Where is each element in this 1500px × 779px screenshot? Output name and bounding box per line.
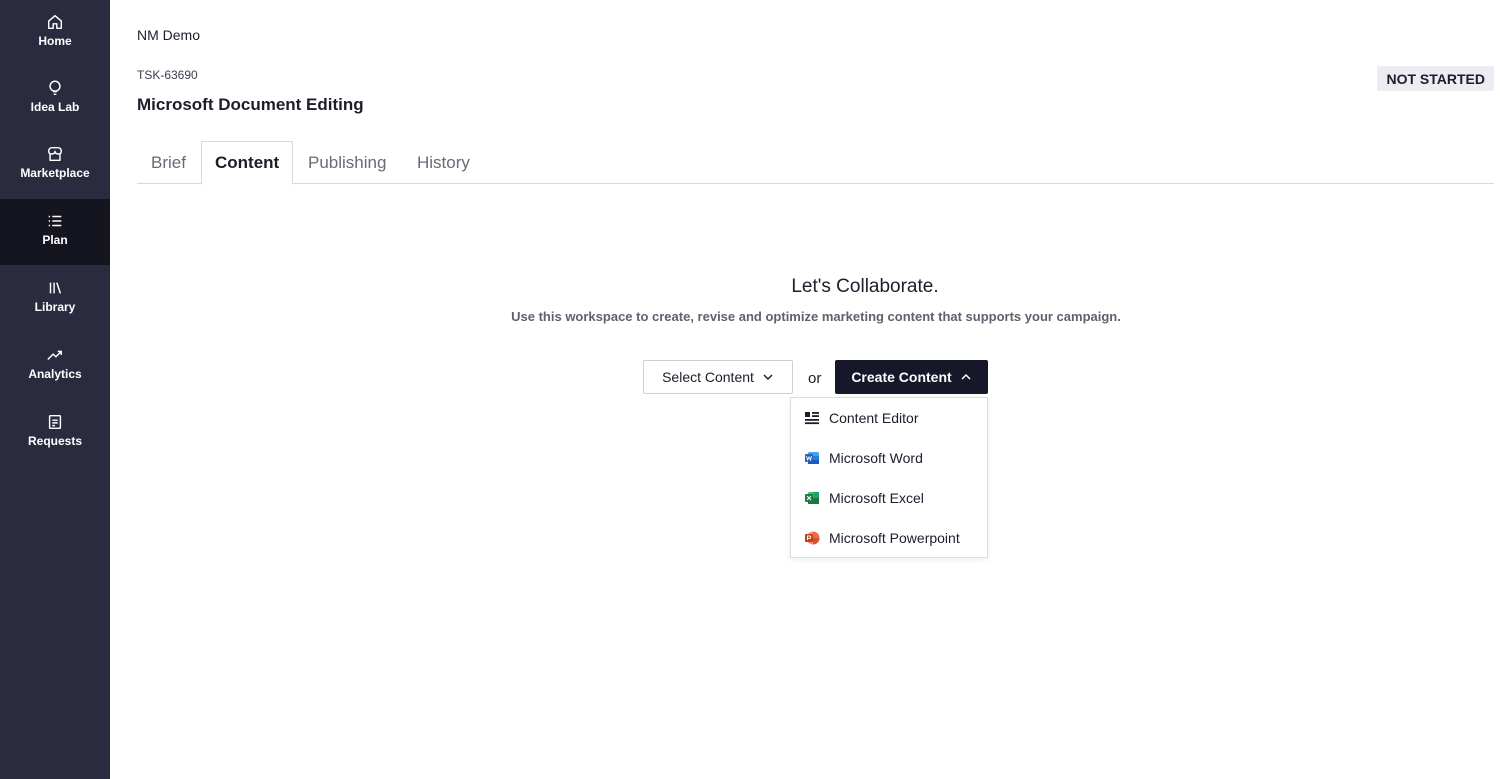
- hero-title: Let's Collaborate.: [0, 276, 1500, 298]
- menu-item-microsoft-word[interactable]: Microsoft Word: [791, 438, 987, 478]
- content-editor-icon: [804, 410, 820, 426]
- sidebar-item-marketplace[interactable]: Marketplace: [0, 132, 110, 198]
- tab-content[interactable]: Content: [201, 141, 294, 185]
- hero-title-text: Let's Collaborate.: [791, 276, 939, 297]
- task-id: TSK-63690: [137, 68, 198, 82]
- word-icon: [804, 450, 820, 466]
- select-content-label: Select Content: [662, 369, 754, 385]
- sidebar-item-label: Requests: [27, 434, 83, 448]
- tab-history[interactable]: History: [417, 141, 470, 184]
- powerpoint-icon: [804, 530, 820, 546]
- create-content-label: Create Content: [851, 369, 952, 385]
- document-icon: [45, 412, 65, 432]
- status-badge: NOT STARTED: [1377, 66, 1494, 91]
- sidebar-item-label: Home: [38, 34, 72, 48]
- tab-publishing[interactable]: Publishing: [308, 141, 386, 184]
- home-icon: [45, 12, 65, 32]
- select-content-button[interactable]: Select Content: [643, 360, 793, 394]
- menu-item-microsoft-excel[interactable]: Microsoft Excel: [791, 478, 987, 518]
- sidebar-item-label: Idea Lab: [30, 100, 80, 114]
- sidebar-item-plan[interactable]: Plan: [0, 199, 110, 265]
- list-icon: [45, 211, 65, 231]
- hero-subtitle: Use this workspace to create, revise and…: [511, 309, 1121, 324]
- sidebar-item-analytics[interactable]: Analytics: [0, 333, 110, 399]
- or-separator: or: [808, 370, 822, 387]
- sidebar-item-label: Marketplace: [20, 166, 90, 180]
- sidebar-item-requests[interactable]: Requests: [0, 400, 110, 466]
- chevron-up-icon: [960, 371, 972, 383]
- sidebar-item-label: Plan: [42, 233, 68, 247]
- lightbulb-icon: [45, 78, 65, 98]
- excel-icon: [804, 490, 820, 506]
- menu-item-microsoft-powerpoint[interactable]: Microsoft Powerpoint: [791, 518, 987, 558]
- menu-item-label: Content Editor: [829, 410, 919, 426]
- menu-item-label: Microsoft Word: [829, 450, 923, 466]
- menu-item-content-editor[interactable]: Content Editor: [791, 398, 987, 438]
- create-content-menu: Content Editor Microsoft Word Microsoft …: [790, 397, 988, 558]
- trend-icon: [45, 345, 65, 365]
- sidebar-item-home[interactable]: Home: [0, 0, 110, 66]
- store-icon: [45, 144, 65, 164]
- workspace-name[interactable]: NM Demo: [137, 27, 200, 43]
- create-content-button[interactable]: Create Content: [835, 360, 988, 394]
- menu-item-label: Microsoft Excel: [829, 490, 924, 506]
- sidebar-item-label: Library: [34, 300, 76, 314]
- menu-item-label: Microsoft Powerpoint: [829, 530, 960, 546]
- sidebar: Home Idea Lab Marketplace Plan Library A…: [0, 0, 110, 779]
- tab-bar: Brief Content Publishing History: [137, 141, 1494, 185]
- sidebar-item-label: Analytics: [28, 367, 82, 381]
- sidebar-item-idea-lab[interactable]: Idea Lab: [0, 66, 110, 132]
- chevron-down-icon: [762, 371, 774, 383]
- tab-brief[interactable]: Brief: [151, 141, 186, 184]
- page-title: Microsoft Document Editing: [137, 95, 364, 114]
